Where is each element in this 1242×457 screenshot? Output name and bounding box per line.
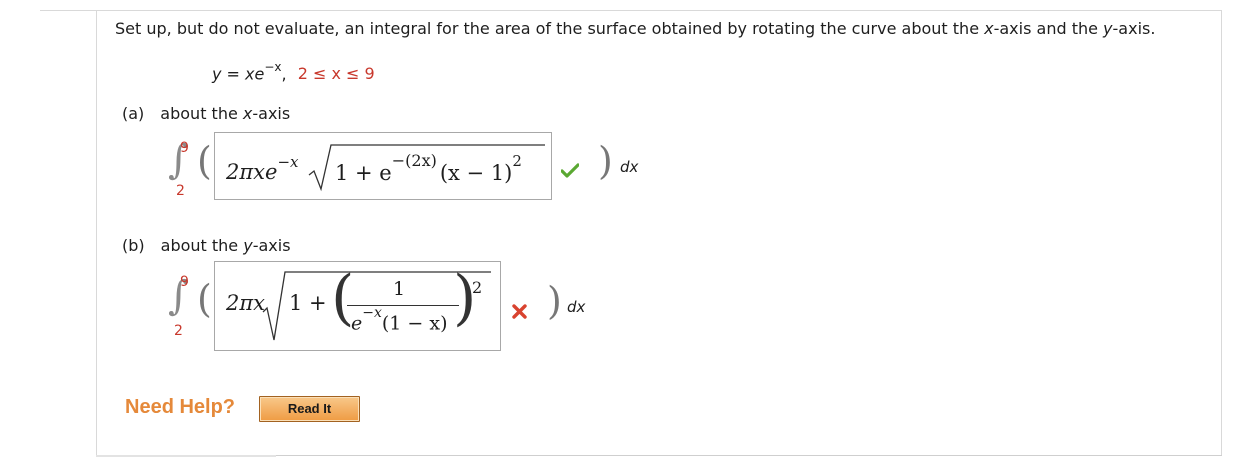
cross-icon: [512, 304, 527, 319]
left-paren-a: (: [197, 139, 212, 183]
part-a-heading: (a) about the x-axis: [122, 104, 291, 123]
answer-a-radicand: 1 + e−(2x)(x − 1)2: [335, 151, 522, 185]
lower-limit-b: 2: [174, 323, 183, 339]
answer-b-coefficient: 2πx: [226, 291, 266, 315]
upper-limit-a: 9: [180, 140, 189, 156]
fraction-denominator: e−x(1 − x): [351, 305, 448, 335]
fraction-right-paren: ): [453, 263, 477, 333]
answer-box-a[interactable]: 2πxe−x 1 + e−(2x)(x − 1)2: [214, 132, 552, 200]
left-paren-b: (: [197, 277, 212, 321]
need-help-label: Need Help?: [125, 396, 236, 418]
answer-a-expression: 2πxe−x: [226, 153, 299, 184]
answer-b-one-plus: 1 +: [289, 291, 327, 315]
lower-limit-a: 2: [176, 183, 185, 199]
curve-definition: y = xe−x, 2 ≤ x ≤ 9: [212, 60, 375, 84]
curve-range: 2 ≤ x ≤ 9: [297, 64, 375, 84]
upper-limit-b: 9: [180, 274, 189, 290]
part-b-heading: (b) about the y-axis: [122, 236, 291, 255]
right-paren-a: ): [598, 139, 613, 183]
bottom-border-2: [276, 455, 1222, 456]
differential-a: dx: [620, 158, 639, 176]
read-it-button[interactable]: Read It: [259, 396, 360, 422]
fraction-numerator: 1: [393, 278, 406, 300]
check-icon: [561, 163, 579, 178]
right-paren-b: ): [547, 279, 562, 323]
question-prompt: Set up, but do not evaluate, an integral…: [115, 19, 1156, 38]
answer-box-b[interactable]: 2πx 1 + ( 1 e−x(1 − x) ) 2: [214, 261, 501, 351]
answer-b-power: 2: [472, 278, 483, 297]
differential-b: dx: [567, 298, 586, 316]
